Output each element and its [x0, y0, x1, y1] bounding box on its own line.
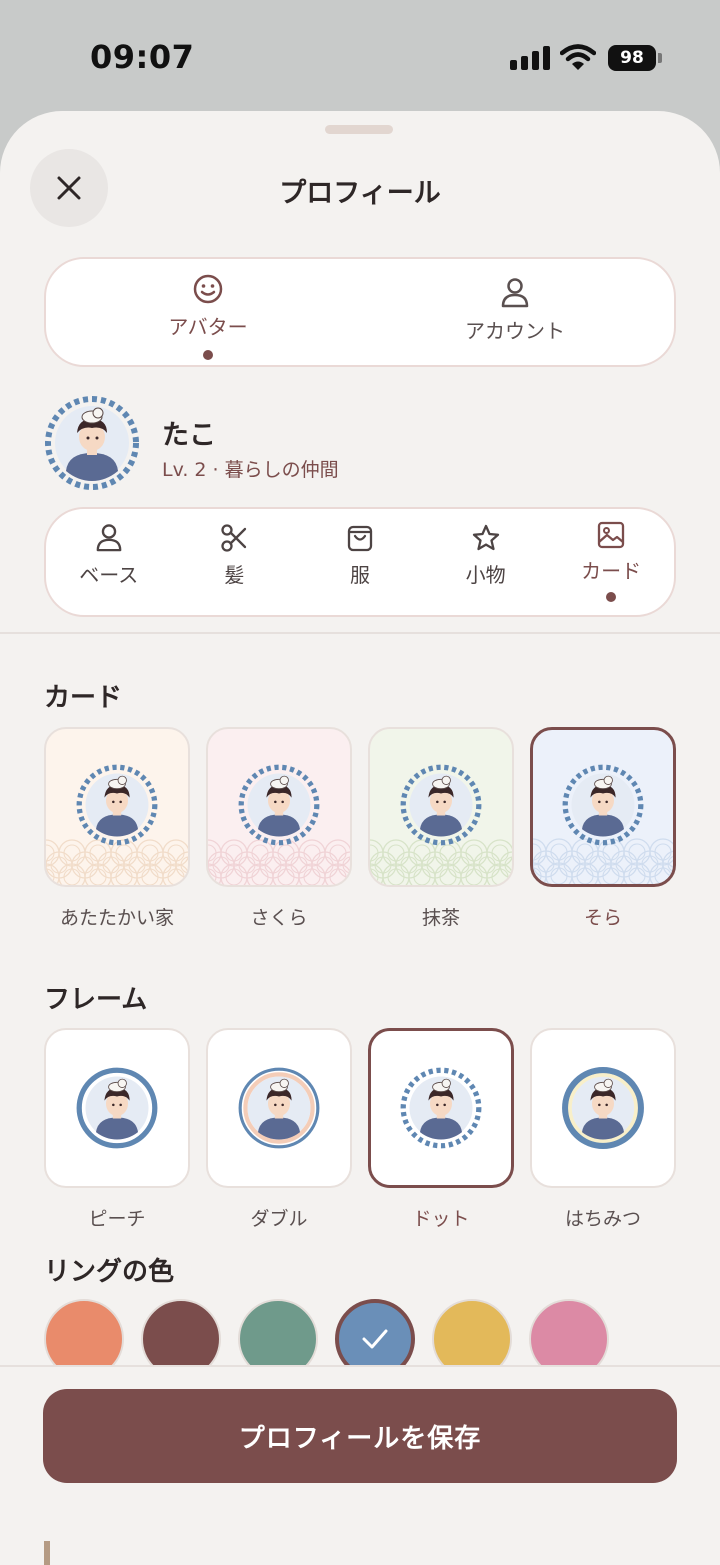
profile-name: たこ: [162, 420, 216, 451]
avatar[interactable]: [44, 395, 140, 491]
frame-section-title: フレーム: [44, 985, 148, 1015]
status-bar: 09:07 98: [0, 0, 720, 110]
category-card[interactable]: カード: [548, 509, 674, 615]
active-indicator: [203, 350, 213, 360]
card-preview[interactable]: [368, 727, 514, 887]
battery-level: 98: [608, 45, 656, 71]
category-hair-label: 髪: [224, 563, 245, 587]
category-card-label: カード: [581, 559, 642, 583]
battery-icon: 98: [608, 44, 662, 72]
frame-option-label: はちみつ: [564, 1208, 641, 1230]
category-base-label: ベース: [79, 563, 139, 587]
frame-option[interactable]: はちみつ: [530, 1028, 676, 1231]
card-preview[interactable]: [530, 727, 676, 887]
person-icon: [501, 278, 529, 308]
active-indicator: [606, 592, 617, 602]
frame-option[interactable]: ドット: [368, 1028, 514, 1231]
card-option[interactable]: さくら: [206, 727, 352, 930]
page-title: プロフィール: [279, 178, 441, 209]
category-accessories[interactable]: 小物: [423, 509, 549, 615]
frame-option[interactable]: ダブル: [206, 1028, 352, 1231]
sheet-grabber[interactable]: [325, 125, 393, 134]
bag-icon: [347, 525, 373, 552]
card-option[interactable]: あたたかい家: [44, 727, 190, 930]
scissors-icon: [221, 524, 247, 552]
card-option[interactable]: そら: [530, 727, 676, 930]
checkmark-icon: [362, 1329, 388, 1349]
card-preview[interactable]: [44, 727, 190, 887]
card-section-title: カード: [44, 683, 123, 713]
card-option[interactable]: 抹茶: [368, 727, 514, 930]
card-preview[interactable]: [206, 727, 352, 887]
ring-color-section-title: リングの色: [44, 1257, 175, 1287]
status-time: 09:07: [90, 38, 195, 76]
frame-option-label: ダブル: [250, 1208, 308, 1230]
category-base[interactable]: ベース: [46, 509, 172, 615]
save-profile-button[interactable]: プロフィールを保存: [43, 1389, 677, 1483]
wifi-icon: [560, 44, 596, 70]
frame-option-label: ドット: [412, 1208, 470, 1230]
frame-preview[interactable]: [530, 1028, 676, 1188]
decor-line: [44, 1541, 50, 1565]
frame-preview[interactable]: [44, 1028, 190, 1188]
card-option-label: さくら: [250, 907, 308, 929]
card-option-label: そら: [583, 907, 622, 929]
frame-option[interactable]: ピーチ: [44, 1028, 190, 1231]
card-option-label: あたたかい家: [59, 907, 174, 929]
category-hair[interactable]: 髪: [172, 509, 298, 615]
image-icon: [598, 521, 625, 549]
cellular-signal-icon: [510, 46, 550, 70]
category-clothes-label: 服: [349, 563, 370, 587]
star-icon: [472, 524, 499, 551]
frame-preview[interactable]: [368, 1028, 514, 1188]
card-option-label: 抹茶: [421, 907, 460, 929]
category-accessories-label: 小物: [465, 563, 506, 587]
tab-avatar-label: アバター: [168, 315, 248, 339]
divider: [0, 632, 720, 634]
profile-segment-control: アバター アカウント: [44, 257, 676, 367]
person-icon: [96, 524, 122, 552]
card-options: あたたかい家 さくら 抹茶 そら: [44, 727, 676, 930]
profile-sheet: プロフィール アバター アカウント たこ Lv. 2 · 暮らしの仲間 ベース …: [0, 111, 720, 1565]
category-clothes[interactable]: 服: [297, 509, 423, 615]
tab-account-label: アカウント: [465, 319, 565, 343]
profile-level: Lv. 2 · 暮らしの仲間: [162, 459, 339, 481]
tab-avatar[interactable]: アバター: [53, 259, 363, 365]
frame-preview[interactable]: [206, 1028, 352, 1188]
category-tabs: ベース 髪 服 小物 カード: [44, 507, 676, 617]
smile-icon: [193, 274, 223, 304]
frame-option-label: ピーチ: [88, 1208, 146, 1230]
frame-options: ピーチ ダブル ドット はちみつ: [44, 1028, 676, 1231]
profile-summary: たこ Lv. 2 · 暮らしの仲間: [44, 393, 676, 493]
tab-account[interactable]: アカウント: [360, 259, 670, 365]
